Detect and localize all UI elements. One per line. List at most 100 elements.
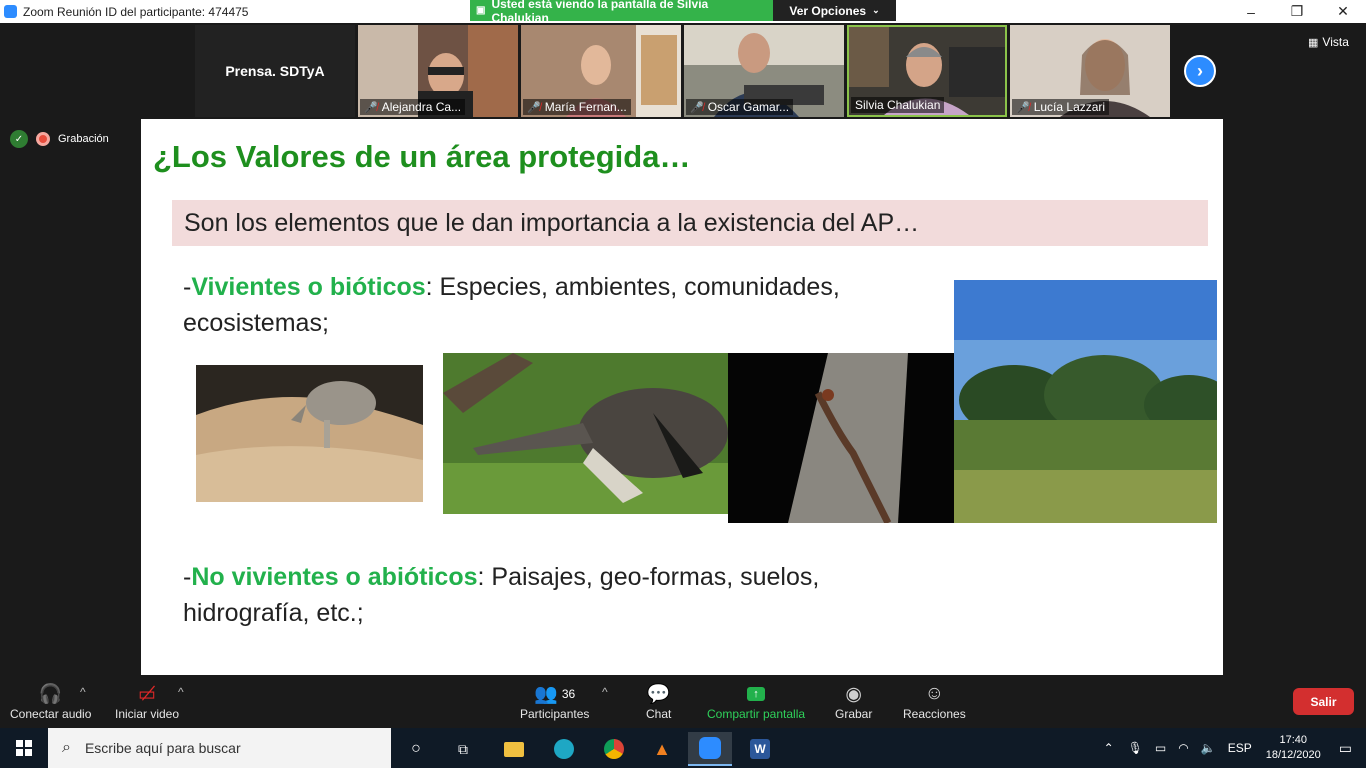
chevron-down-icon: ⌄ — [872, 5, 880, 15]
minimize-button[interactable]: – — [1228, 0, 1274, 23]
screen-share-banner: ▣ Usted está viendo la pantalla de Silvi… — [470, 0, 896, 25]
vlc-icon[interactable]: ▲ — [640, 732, 684, 766]
abiotic-text-2: hidrografía, etc.; — [183, 599, 364, 627]
view-button[interactable]: ▦ Vista — [1308, 35, 1349, 49]
leave-button[interactable]: Salir — [1293, 688, 1354, 715]
mic-muted-icon: 🎤̸ — [690, 101, 704, 114]
share-screen-button[interactable]: ↑ Compartir pantalla — [707, 681, 805, 721]
participant-video-tile[interactable]: 🎤̸ Lucía Lazzari — [1010, 25, 1170, 117]
word-icon[interactable]: W — [738, 732, 782, 766]
chevron-up-icon[interactable]: ⌃ — [1104, 741, 1114, 755]
reactions-button[interactable]: ☺ Reacciones — [903, 681, 966, 721]
participant-caption: 🎤̸ María Fernan... — [523, 99, 631, 115]
participant-caption: 🎤̸ Alejandra Ca... — [360, 99, 466, 115]
record-dot-icon — [36, 132, 50, 146]
chevron-right-icon: › — [1197, 60, 1203, 81]
start-video-label: Iniciar video — [115, 707, 180, 721]
abiotic-line-2: hidrografía, etc.; — [183, 595, 364, 631]
shared-slide: ¿Los Valores de un área protegida… Son l… — [141, 119, 1223, 675]
slide-title: ¿Los Valores de un área protegida… — [153, 139, 691, 174]
connect-audio-label: Conectar audio — [10, 707, 92, 721]
grid-icon: ▦ — [1308, 36, 1319, 49]
record-button[interactable]: ◉ Grabar — [835, 681, 873, 722]
reactions-label: Reacciones — [903, 707, 966, 721]
video-off-icon: ▭̸ — [138, 683, 156, 705]
taskbar-search-box[interactable]: ⌕ Escribe aquí para buscar — [48, 728, 391, 768]
mic-muted-icon: 🎤̸ — [1016, 101, 1030, 114]
video-options-caret[interactable]: ^ — [178, 685, 184, 699]
participant-video-tile[interactable]: 🎤̸ María Fernan... — [521, 25, 681, 117]
cortana-icon[interactable]: ○ — [394, 732, 438, 766]
system-tray: ⌃ 🎙 ▭ ◠ 🔈 ESP 17:40 18/12/2020 ▭ — [1096, 728, 1366, 768]
windows-start-button[interactable] — [0, 728, 48, 768]
zoom-taskbar-icon[interactable] — [688, 732, 732, 766]
record-label: Grabar — [835, 707, 873, 721]
biotic-heading: Vivientes o bióticos — [191, 273, 426, 301]
mic-muted-icon: 🎤̸ — [527, 101, 541, 114]
leave-label: Salir — [1310, 694, 1337, 709]
gallery-next-button[interactable]: › — [1184, 55, 1216, 87]
zoom-icon — [4, 5, 17, 18]
participants-button[interactable]: 👥 36 Participantes — [520, 681, 589, 721]
biotic-line: -Vivientes o bióticos: Especies, ambient… — [183, 269, 840, 305]
biotic-text: : Especies, ambientes, comunidades, — [425, 273, 840, 301]
chat-button[interactable]: 💬 Chat — [646, 681, 671, 721]
shield-icon: ✓ — [10, 130, 28, 148]
participants-options-caret[interactable]: ^ — [602, 685, 608, 699]
window-title: Zoom Reunión ID del participante: 474475 — [23, 4, 249, 19]
participant-name-tile[interactable]: Prensa. SDTyA — [195, 25, 355, 117]
notifications-icon[interactable]: ▭ — [1339, 740, 1352, 757]
participant-video-tile[interactable]: 🎤̸ Oscar Gamar... — [684, 25, 844, 117]
share-screen-icon: ▣ — [476, 5, 486, 16]
participant-caption: 🎤̸ Oscar Gamar... — [686, 99, 794, 115]
biotic-line-2: ecosistemas; — [183, 305, 329, 341]
abiotic-heading: No vivientes o abióticos — [191, 563, 478, 591]
windows-taskbar: ⌕ Escribe aquí para buscar ○ ⧉ ▲ W ⌃ 🎙 ▭… — [0, 728, 1366, 768]
anteater-photo — [443, 353, 728, 514]
audio-options-caret[interactable]: ^ — [80, 685, 86, 699]
abiotic-text: : Paisajes, geo-formas, suelos, — [477, 563, 820, 591]
participant-video-tile[interactable]: 🎤̸ Alejandra Ca... — [358, 25, 518, 117]
participant-caption: 🎤̸ Lucía Lazzari — [1012, 99, 1110, 115]
share-screen-icon: ↑ — [747, 681, 765, 707]
biotic-text-2: ecosistemas; — [183, 309, 329, 337]
windows-logo-icon — [16, 740, 32, 756]
view-options-label: Ver Opciones — [789, 3, 867, 18]
microphone-icon[interactable]: 🎙 — [1128, 741, 1143, 755]
window-controls: – ❐ ✕ — [1228, 0, 1366, 23]
start-video-button[interactable]: ▭̸ Iniciar video — [115, 681, 180, 722]
volume-icon[interactable]: 🔈 — [1201, 741, 1216, 755]
snake-on-tree-photo — [728, 353, 954, 523]
view-options-button[interactable]: Ver Opciones ⌄ — [773, 0, 896, 21]
meeting-toolbar: 🎧 Conectar audio ^ ▭̸ Iniciar video ^ 👥 … — [0, 677, 1366, 728]
recording-label: Grabación — [58, 133, 109, 145]
armadillo-photo — [196, 365, 423, 502]
participant-video-tile-active-speaker[interactable]: Silvia Chalukian — [847, 25, 1007, 117]
participant-name: Alejandra Ca... — [381, 100, 462, 114]
participant-name-tile-label: Prensa. SDTyA — [225, 63, 325, 79]
record-icon: ◉ — [845, 683, 862, 705]
participant-name: María Fernan... — [544, 100, 627, 114]
maximize-button[interactable]: ❐ — [1274, 0, 1320, 23]
clock[interactable]: 17:40 18/12/2020 — [1266, 733, 1321, 763]
close-button[interactable]: ✕ — [1320, 0, 1366, 23]
clock-time: 17:40 — [1279, 734, 1307, 746]
view-label: Vista — [1322, 35, 1349, 49]
landscape-photo — [954, 280, 1217, 523]
chat-icon: 💬 — [646, 684, 671, 705]
clock-date: 18/12/2020 — [1265, 749, 1321, 761]
participant-caption: Silvia Chalukian — [851, 97, 945, 113]
language-indicator[interactable]: ESP — [1228, 741, 1252, 755]
search-placeholder: Escribe aquí para buscar — [84, 740, 241, 756]
smiley-icon: ☺ — [924, 683, 945, 704]
participants-count: 36 — [561, 687, 576, 701]
edge-browser-icon[interactable] — [542, 732, 586, 766]
wifi-icon[interactable]: ◠ — [1178, 741, 1188, 755]
participant-name: Oscar Gamar... — [707, 100, 790, 114]
battery-icon[interactable]: ▭ — [1155, 741, 1166, 755]
headphones-icon: 🎧 — [38, 684, 63, 705]
task-view-icon[interactable]: ⧉ — [441, 732, 485, 766]
chrome-icon[interactable] — [592, 732, 636, 766]
participants-icon: 👥 36 — [534, 684, 576, 705]
file-explorer-icon[interactable] — [492, 732, 536, 766]
